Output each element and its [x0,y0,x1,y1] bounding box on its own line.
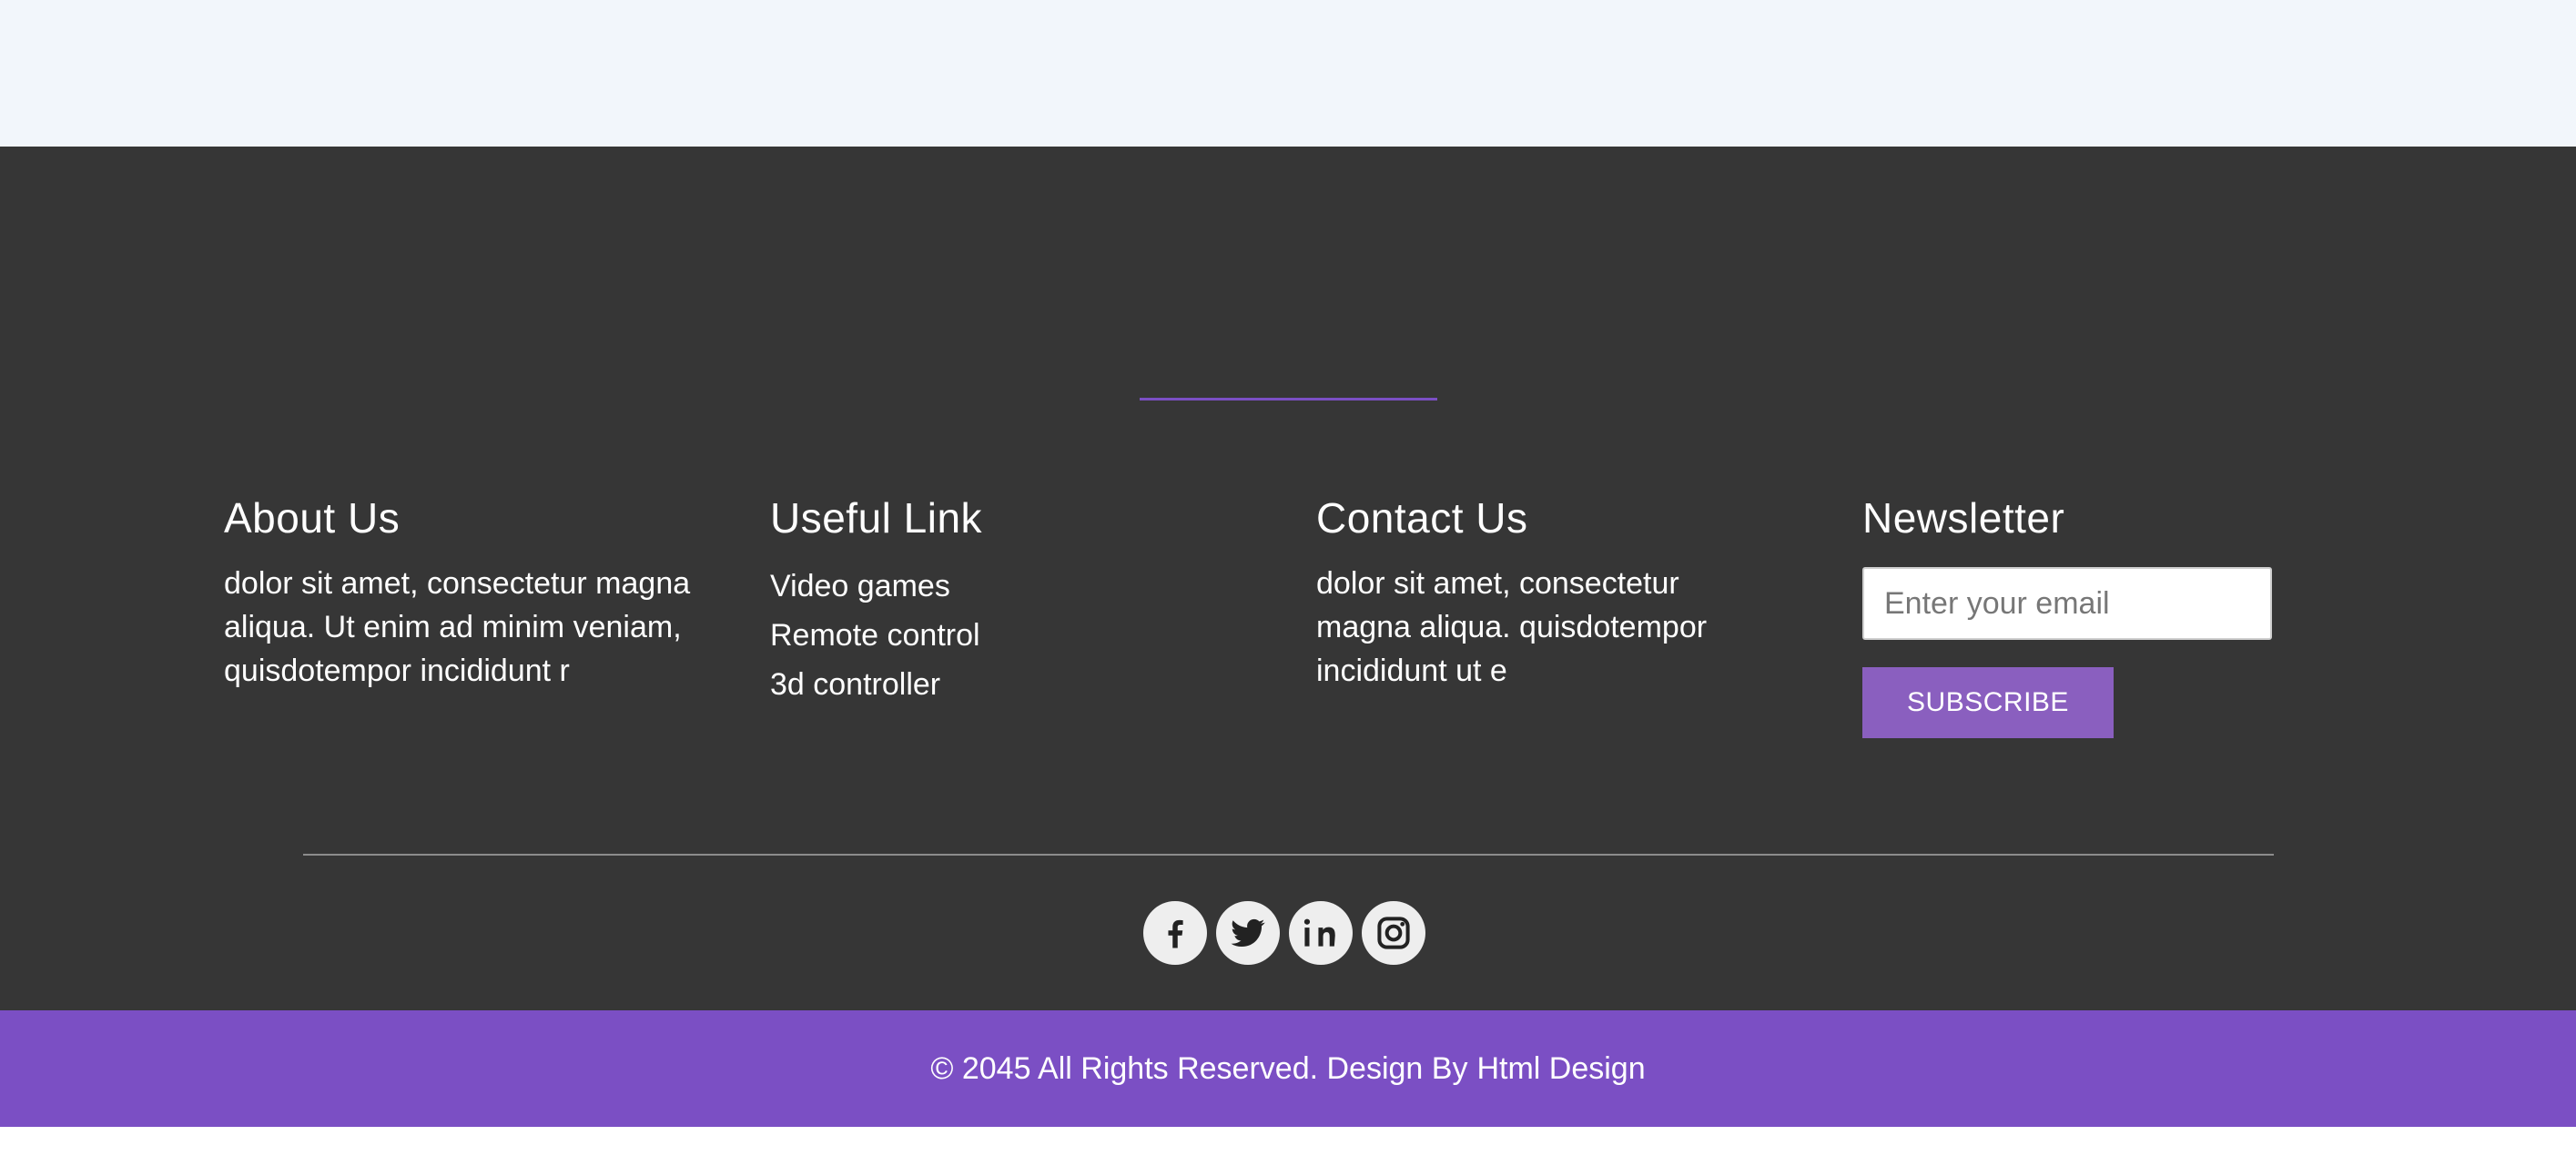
contact-title: Contact Us [1316,494,1528,542]
accent-line [1140,398,1437,400]
copyright-bar: © 2045 All Rights Reserved. Design By Ht… [0,1010,2576,1127]
about-column: About Us dolor sit amet, consectetur mag… [224,492,715,693]
contact-text: dolor sit amet, consectetur magna aliqua… [1316,566,1708,688]
link-video-games[interactable]: Video games [770,569,950,603]
footer: About Us dolor sit amet, consectetur mag… [0,147,2576,1010]
divider [303,854,2274,856]
list-item: 3d controller [770,660,1225,709]
top-band [0,0,2576,147]
twitter-icon[interactable] [1216,901,1280,965]
contact-column: Contact Us dolor sit amet, consectetur m… [1316,492,1771,693]
html-design-link[interactable]: Html Design [1476,1051,1645,1087]
instagram-icon[interactable] [1362,901,1425,965]
newsletter-title: Newsletter [1862,494,2065,542]
subscribe-button[interactable]: SUBSCRIBE [1862,667,2114,738]
link-3d-controller[interactable]: 3d controller [770,667,940,702]
list-item: Video games [770,562,1225,611]
list-item: Remote control [770,611,1225,660]
link-remote-control[interactable]: Remote control [770,618,980,653]
about-text: dolor sit amet, consectetur magna aliqua… [224,566,691,688]
about-title: About Us [224,494,401,542]
facebook-icon[interactable] [1143,901,1207,965]
newsletter-column: Newsletter SUBSCRIBE [1862,492,2317,738]
linkedin-icon[interactable] [1289,901,1353,965]
social-links [1143,901,1425,965]
copyright-text: © 2045 All Rights Reserved. Design By [930,1050,1468,1086]
useful-link-column: Useful Link Video games Remote control 3… [770,492,1225,709]
useful-links-list: Video games Remote control 3d controller [770,562,1225,709]
email-input[interactable] [1862,567,2272,640]
useful-link-title: Useful Link [770,494,983,542]
